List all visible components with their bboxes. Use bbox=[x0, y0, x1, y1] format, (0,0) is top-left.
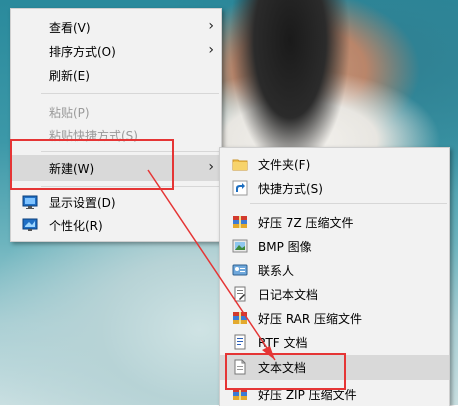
annotation-arrow bbox=[147, 169, 276, 361]
